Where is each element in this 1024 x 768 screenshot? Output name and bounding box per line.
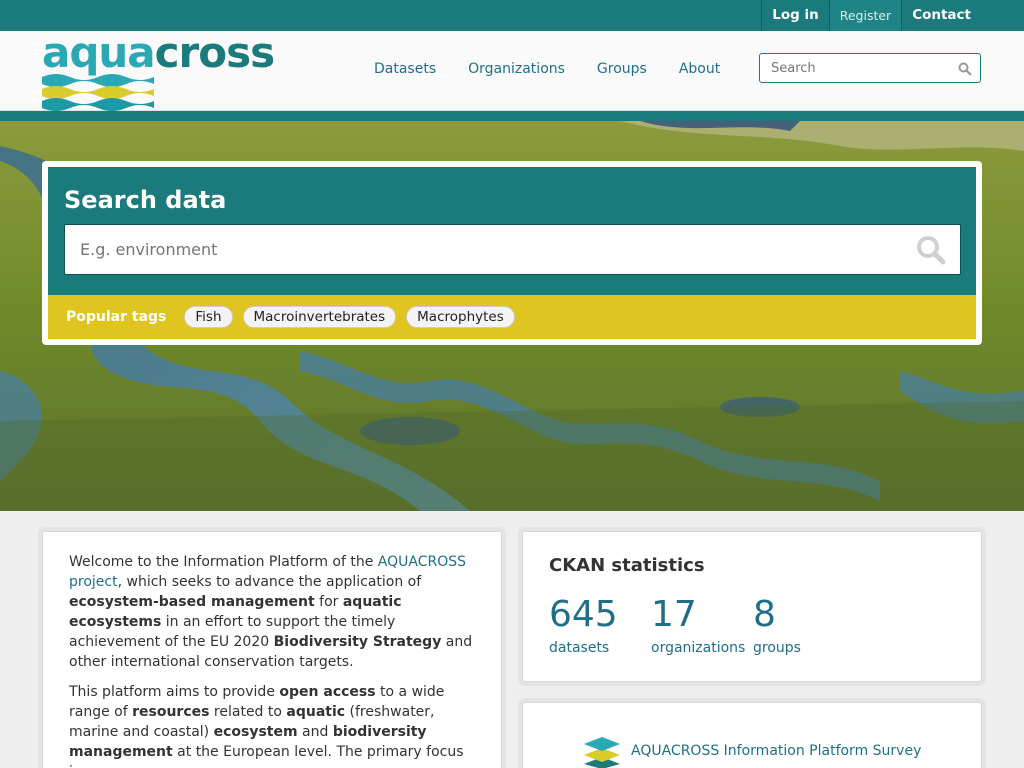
site-search — [759, 53, 981, 83]
intro-paragraph-2: This platform aims to provide open acces… — [69, 682, 475, 768]
login-link[interactable]: Log in — [761, 0, 828, 31]
data-search-field — [64, 224, 961, 275]
site-search-input[interactable] — [760, 54, 945, 82]
account-links: Log in Register Contact — [761, 0, 983, 31]
stat-organizations-label: organizations — [651, 640, 746, 656]
tag-macroinvertebrates[interactable]: Macroinvertebrates — [242, 306, 397, 328]
layers-icon — [583, 733, 621, 768]
survey-panel: AQUACROSS Information Platform Survey — [522, 702, 982, 768]
tag-macrophytes[interactable]: Macrophytes — [406, 306, 515, 328]
intro-paragraph-1: Welcome to the Information Platform of t… — [69, 552, 475, 672]
ckan-statistics-panel: CKAN statistics 645 datasets 17 organiza… — [522, 531, 982, 682]
intro-text: related to — [209, 704, 287, 720]
stat-groups-value: 8 — [753, 594, 776, 635]
stat-datasets[interactable]: 645 datasets — [549, 594, 618, 656]
stat-organizations[interactable]: 17 organizations — [651, 594, 745, 656]
intro-text: , which seeks to advance the application… — [117, 574, 422, 590]
popular-tags-label: Popular tags — [66, 309, 167, 325]
nav-about[interactable]: About — [679, 61, 720, 77]
contact-link[interactable]: Contact — [901, 0, 983, 31]
data-search-panel: Search data Popular tags Fish Macroinver… — [42, 161, 982, 345]
data-search-header: Search data — [48, 167, 976, 295]
search-data-title: Search data — [64, 186, 227, 214]
logo-word-aqua: aqua — [42, 28, 156, 77]
intro-panel: Welcome to the Information Platform of t… — [42, 531, 502, 768]
intro-text: This platform aims to provide — [69, 684, 280, 700]
popular-tags-bar: Popular tags Fish Macroinvertebrates Mac… — [48, 295, 976, 339]
search-icon[interactable] — [916, 235, 946, 269]
intro-bold: resources — [132, 704, 210, 720]
account-bar: Log in Register Contact — [0, 0, 1024, 31]
intro-text: Welcome to the Information Platform of t… — [69, 554, 378, 570]
nav-organizations[interactable]: Organizations — [468, 61, 565, 77]
header-stripe — [0, 111, 1024, 121]
intro-bold: aquatic — [286, 704, 346, 720]
logo-word-cross: cross — [154, 28, 275, 77]
intro-text: for — [314, 594, 343, 610]
aquacross-logo[interactable]: aquacross — [42, 32, 275, 111]
survey-link[interactable]: AQUACROSS Information Platform Survey — [631, 743, 921, 759]
hero-banner: Search data Popular tags Fish Macroinver… — [0, 121, 1024, 511]
tag-fish[interactable]: Fish — [184, 306, 233, 328]
intro-bold: open access — [279, 684, 376, 700]
stat-groups[interactable]: 8 groups — [753, 594, 801, 656]
intro-bold: ecosystem-based management — [69, 594, 315, 610]
search-icon[interactable] — [958, 61, 972, 80]
logo-wordmark: aquacross — [42, 32, 275, 74]
stat-groups-label: groups — [753, 640, 801, 656]
main-nav: Datasets Organizations Groups About — [358, 61, 736, 77]
stat-datasets-label: datasets — [549, 640, 610, 656]
data-search-input[interactable] — [65, 225, 885, 274]
nav-datasets[interactable]: Datasets — [374, 61, 436, 77]
logo-waves-icon — [42, 74, 154, 111]
masthead: aquacross Datasets Organizations Groups … — [0, 31, 1024, 111]
intro-text: and — [297, 724, 333, 740]
nav-groups[interactable]: Groups — [597, 61, 647, 77]
intro-bold: ecosystem — [213, 724, 298, 740]
register-link[interactable]: Register — [828, 0, 902, 31]
statistics-title: CKAN statistics — [549, 555, 705, 576]
stat-organizations-value: 17 — [651, 594, 697, 635]
intro-bold: Biodiversity Strategy — [273, 634, 442, 650]
stat-datasets-value: 645 — [549, 594, 618, 635]
